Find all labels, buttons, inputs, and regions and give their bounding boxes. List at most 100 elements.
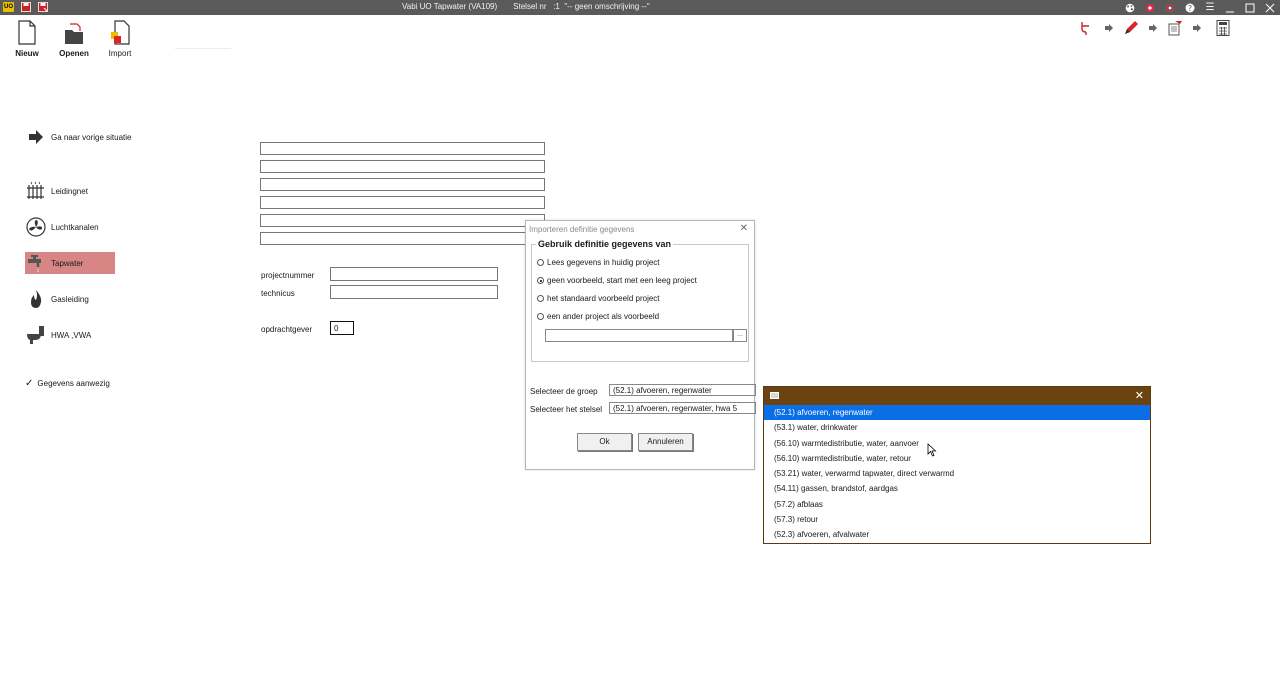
window-controls: ? ☰	[1120, 0, 1280, 15]
import-file-icon	[111, 20, 130, 45]
dropdown-option[interactable]: (52.3) afvoeren, afvalwater	[764, 527, 1150, 542]
palette-icon[interactable]	[1120, 0, 1140, 15]
technicus-input[interactable]	[330, 285, 498, 299]
nav-label: Tapwater	[51, 258, 84, 268]
project-path-input[interactable]	[545, 329, 733, 342]
close-icon[interactable]: ✕	[1135, 389, 1144, 402]
option-label: geen voorbeeld, start met een leeg proje…	[547, 276, 697, 285]
stelsel-label: Stelsel nr	[513, 2, 547, 11]
arrow-right-icon[interactable]	[1144, 19, 1162, 37]
dropdown-option[interactable]: (53.1) water, drinkwater	[764, 420, 1150, 435]
nav-label: Leidingnet	[51, 186, 88, 196]
menu-icon[interactable]: ☰	[1200, 0, 1220, 15]
projectnummer-label: projectnummer	[261, 271, 315, 280]
nav-item-gasleiding[interactable]: Gasleiding	[25, 288, 115, 310]
option-other-project[interactable]: een ander project als voorbeeld	[537, 312, 659, 321]
radio-button[interactable]	[537, 277, 544, 284]
technicus-label: technicus	[261, 289, 295, 298]
nav-item-leidingnet[interactable]: Leidingnet	[25, 180, 115, 202]
settings-red-icon[interactable]	[1140, 0, 1160, 15]
document-edit-icon[interactable]	[1166, 19, 1184, 37]
project-field-2[interactable]	[260, 160, 545, 173]
stelsel-description: "-- geen omschrijving --"	[564, 2, 650, 11]
option-label: het standaard voorbeeld project	[547, 294, 660, 303]
radio-button[interactable]	[537, 259, 544, 266]
arrow-right-icon[interactable]	[1100, 19, 1118, 37]
faucet-icon	[25, 253, 47, 273]
data-present-indicator: ✓ Gegevens aanwezig	[25, 372, 145, 394]
nav-label: Gasleiding	[51, 294, 89, 304]
new-file-icon	[18, 20, 36, 45]
option-current-project[interactable]: Lees gegevens in huidig project	[537, 258, 660, 267]
toolbar-separator	[175, 48, 231, 49]
save-icon[interactable]	[20, 2, 31, 12]
stelsel-select-label: Selecteer het stelsel	[530, 405, 603, 414]
back-label: Ga naar vorige situatie	[51, 132, 132, 142]
dropdown-option[interactable]: (54.11) gassen, brandstof, aardgas	[764, 481, 1150, 496]
cancel-button[interactable]: Annuleren	[638, 433, 693, 451]
source-groupbox: Gebruik definitie gegevens van Lees gege…	[531, 239, 749, 362]
dropdown-option[interactable]: (56.10) warmtedistributie, water, retour	[764, 451, 1150, 466]
dropdown-option[interactable]: (53.21) water, verwarmd tapwater, direct…	[764, 466, 1150, 481]
group-select-label: Selecteer de groep	[530, 387, 598, 396]
dropdown-option[interactable]: (57.2) afblaas	[764, 497, 1150, 512]
group-select[interactable]: (52.1) afvoeren, regenwater	[609, 384, 756, 396]
open-folder-icon	[65, 23, 83, 44]
import-dialog: Importeren definitie gegevens ✕ Gebruik …	[525, 220, 756, 470]
app-logo: UO	[3, 2, 14, 12]
mouse-cursor-icon	[927, 443, 937, 459]
calculator-icon[interactable]	[1214, 19, 1232, 37]
new-label: Nieuw	[15, 49, 39, 58]
fan-icon	[25, 217, 47, 237]
radio-button[interactable]	[537, 295, 544, 302]
stelsel-select[interactable]: (52.1) afvoeren, regenwater, hwa 5	[609, 402, 756, 414]
close-icon[interactable]: ✕	[740, 223, 748, 234]
opdrachtgever-label: opdrachtgever	[261, 325, 313, 334]
import-button[interactable]: Import	[100, 20, 140, 58]
window-icon	[770, 392, 779, 399]
svg-text:?: ?	[1188, 4, 1192, 13]
arrow-right-icon[interactable]	[1188, 19, 1206, 37]
nav-label: HWA ,VWA	[51, 330, 92, 340]
project-field-5[interactable]	[260, 214, 545, 227]
project-field-6[interactable]	[260, 232, 545, 245]
dropdown-option[interactable]: (57.3) retour	[764, 512, 1150, 527]
pencil-icon[interactable]	[1122, 19, 1140, 37]
close-icon[interactable]	[1260, 0, 1280, 15]
option-label: Lees gegevens in huidig project	[547, 258, 660, 267]
project-field-4[interactable]	[260, 196, 545, 209]
toilet-icon	[25, 325, 47, 345]
projectnummer-input[interactable]	[330, 267, 498, 281]
nav-label: Luchtkanalen	[51, 222, 99, 232]
radio-button[interactable]	[537, 313, 544, 320]
help-icon[interactable]: ?	[1180, 0, 1200, 15]
nav-item-luchtkanalen[interactable]: Luchtkanalen	[25, 216, 115, 238]
app-title: Vabi UO Tapwater (VA109)	[402, 2, 498, 11]
gear-icon[interactable]	[1160, 0, 1180, 15]
dropdown-header: ✕	[764, 387, 1150, 405]
nav-item-hwa-vwa[interactable]: HWA ,VWA	[25, 324, 115, 346]
dropdown-option[interactable]: (52.1) afvoeren, regenwater	[764, 405, 1150, 421]
new-button[interactable]: Nieuw	[7, 20, 47, 58]
import-label: Import	[108, 49, 132, 58]
minimize-icon[interactable]	[1220, 0, 1240, 15]
project-field-3[interactable]	[260, 178, 545, 191]
pipe-split-icon[interactable]	[1078, 19, 1096, 37]
back-button[interactable]: Ga naar vorige situatie	[25, 126, 145, 148]
browse-button[interactable]: ...	[733, 329, 747, 342]
project-field-1[interactable]	[260, 142, 545, 155]
checkmark-icon: ✓	[25, 377, 34, 389]
open-label: Openen	[59, 49, 89, 58]
open-button[interactable]: Openen	[54, 20, 94, 58]
option-empty-project[interactable]: geen voorbeeld, start met een leeg proje…	[537, 276, 697, 285]
groupbox-title: Gebruik definitie gegevens van	[536, 239, 674, 249]
quick-access: UO	[3, 2, 48, 12]
nav-item-tapwater[interactable]: Tapwater	[25, 252, 115, 274]
maximize-icon[interactable]	[1240, 0, 1260, 15]
ok-button[interactable]: Ok	[577, 433, 632, 451]
opdrachtgever-input[interactable]: 0	[330, 321, 354, 335]
right-toolbar	[1078, 19, 1232, 37]
option-standard-example[interactable]: het standaard voorbeeld project	[537, 294, 660, 303]
dropdown-option[interactable]: (56.10) warmtedistributie, water, aanvoe…	[764, 436, 1150, 451]
save-as-icon[interactable]	[37, 2, 48, 12]
